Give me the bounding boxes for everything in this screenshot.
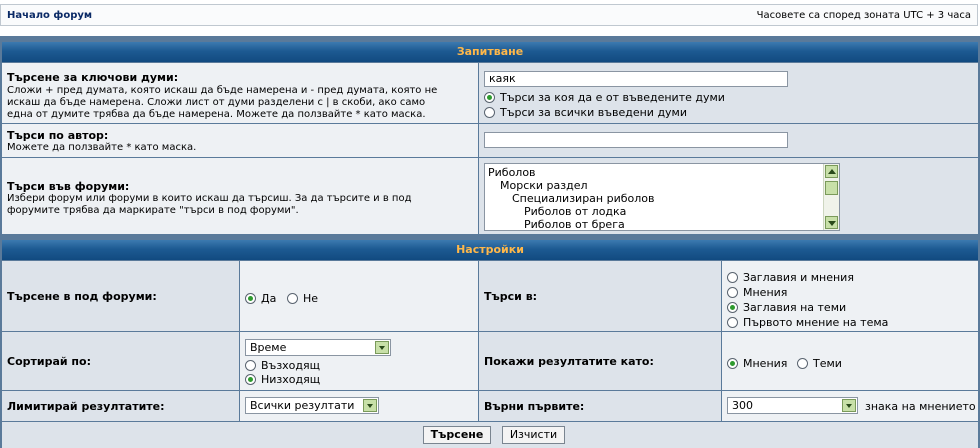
radio-button-icon: [727, 286, 738, 298]
keywords-hint: Сложи + пред думата, която искаш да бъде…: [7, 85, 438, 120]
radio-topic-titles[interactable]: Заглавия на теми: [727, 300, 846, 314]
forums-label-cell: Търси във форуми: Избери форум или форум…: [2, 158, 478, 234]
chevron-down-icon: [375, 341, 389, 354]
query-section-header: Запитване: [2, 42, 978, 62]
limit-label: Лимитирай резултатите:: [7, 400, 165, 413]
buttons-row: Търсене Изчисти: [2, 422, 978, 448]
author-hint: Можете да ползвайте * като маска.: [7, 142, 197, 153]
list-item[interactable]: Риболов: [488, 166, 536, 179]
radio-show-topics[interactable]: Теми: [797, 356, 842, 370]
radio-button-icon: [797, 357, 808, 369]
radio-descending[interactable]: Низходящ: [245, 372, 320, 386]
return-first-label-cell: Върни първите:: [479, 391, 721, 421]
keywords-label-cell: Търсене за ключови думи: Сложи + пред ду…: [2, 63, 478, 123]
settings-section-header: Настройки: [2, 240, 978, 260]
return-first-select[interactable]: 300: [727, 397, 858, 414]
radio-button-icon: [484, 106, 495, 118]
author-label: Търси по автор:: [7, 129, 109, 142]
timezone-note: Часовете са според зоната UTC + 3 часа: [756, 10, 971, 21]
radio-button-icon: [245, 373, 256, 385]
sort-label: Сортирай по:: [7, 355, 91, 368]
subforums-options-cell: Да Не: [240, 261, 478, 331]
radio-first-post[interactable]: Първото мнение на тема: [727, 315, 888, 329]
radio-ascending[interactable]: Възходящ: [245, 358, 320, 372]
show-as-options-cell: Мнения Теми: [722, 332, 978, 390]
radio-button-icon: [727, 316, 738, 328]
radio-button-icon: [484, 91, 495, 103]
show-as-label: Покажи резултатите като:: [484, 355, 654, 368]
forums-list-cell: Риболов Морски раздел Специализиран рибо…: [479, 158, 978, 234]
forums-hint: Избери форум или форуми в които искаш да…: [7, 193, 412, 216]
radio-button-icon: [727, 301, 738, 313]
radio-button-icon: [245, 359, 256, 371]
search-in-label-cell: Търси в:: [479, 261, 721, 331]
subforums-label: Търсене в под форуми:: [7, 290, 157, 303]
list-item[interactable]: Риболов от брега: [524, 218, 625, 230]
limit-label-cell: Лимитирай резултатите:: [2, 391, 239, 421]
search-button[interactable]: Търсене: [423, 426, 491, 444]
return-first-suffix: знака на мнението: [865, 400, 976, 413]
reset-button[interactable]: Изчисти: [502, 426, 565, 444]
radio-button-icon: [727, 357, 738, 369]
author-label-cell: Търси по автор: Можете да ползвайте * ка…: [2, 124, 478, 157]
chevron-down-icon: [842, 399, 856, 412]
list-item[interactable]: Специализиран риболов: [512, 192, 655, 205]
scroll-down-icon[interactable]: [825, 216, 838, 229]
limit-options-cell: Всички резултати: [240, 391, 478, 421]
forums-label: Търси във форуми:: [7, 180, 130, 193]
list-item[interactable]: Морски раздел: [500, 179, 588, 192]
radio-show-posts[interactable]: Мнения: [727, 356, 787, 370]
return-first-options-cell: 300 знака на мнението: [722, 391, 978, 421]
sort-options-cell: Време Възходящ Низходящ: [240, 332, 478, 390]
chevron-down-icon: [363, 399, 377, 412]
author-input-cell: [479, 124, 978, 157]
keywords-input[interactable]: каяк: [484, 71, 788, 87]
radio-subforums-yes[interactable]: Да: [245, 291, 276, 305]
author-input[interactable]: [484, 132, 788, 148]
search-in-label: Търси в:: [484, 290, 538, 303]
navigation-bar: Начало форум Часовете са според зоната U…: [0, 4, 978, 26]
radio-button-icon: [245, 292, 256, 304]
forum-home-link[interactable]: Начало форум: [7, 10, 92, 21]
return-first-label: Върни първите:: [484, 400, 585, 413]
radio-any-words[interactable]: Търси за коя да е от въведените думи: [484, 90, 725, 104]
search-form: Запитване Търсене за ключови думи: Сложи…: [0, 36, 980, 448]
keywords-label: Търсене за ключови думи:: [7, 71, 179, 84]
show-as-label-cell: Покажи резултатите като:: [479, 332, 721, 390]
radio-posts[interactable]: Мнения: [727, 285, 787, 299]
radio-subforums-no[interactable]: Не: [287, 291, 318, 305]
radio-titles-and-posts[interactable]: Заглавия и мнения: [727, 270, 854, 284]
listbox-scrollbar[interactable]: [823, 164, 839, 230]
subforums-label-cell: Търсене в под форуми:: [2, 261, 239, 331]
search-in-options-cell: Заглавия и мнения Мнения Заглавия на тем…: [722, 261, 978, 331]
radio-button-icon: [287, 292, 298, 304]
sort-select[interactable]: Време: [245, 339, 391, 356]
limit-select[interactable]: Всички резултати: [245, 397, 379, 414]
radio-button-icon: [727, 271, 738, 283]
keywords-input-cell: каяк Търси за коя да е от въведените дум…: [479, 63, 978, 123]
list-item[interactable]: Риболов от лодка: [524, 205, 626, 218]
scroll-up-icon[interactable]: [825, 165, 838, 178]
radio-all-words[interactable]: Търси за всички въведени думи: [484, 105, 687, 119]
forums-listbox[interactable]: Риболов Морски раздел Специализиран рибо…: [484, 163, 840, 231]
scroll-thumb[interactable]: [825, 181, 838, 195]
sort-label-cell: Сортирай по:: [2, 332, 239, 390]
